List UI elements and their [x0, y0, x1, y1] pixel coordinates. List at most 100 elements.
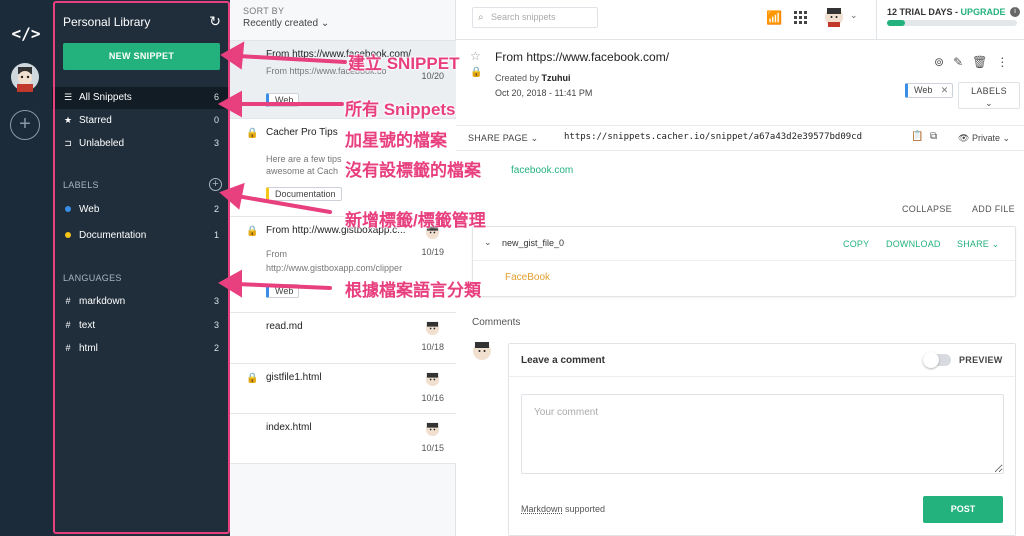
annotation-languages: 根據檔案語言分類 — [345, 281, 481, 300]
user-avatar-icon[interactable] — [824, 7, 844, 27]
label-dot-icon — [62, 204, 74, 214]
info-icon[interactable]: i — [1010, 7, 1020, 17]
search-icon: ⌕ — [478, 12, 484, 23]
chevron-down-icon: ⌄ — [985, 98, 993, 108]
snippet-actions: ⊚✎🗑⋮ — [934, 55, 1017, 69]
author-avatar-icon — [425, 372, 440, 387]
open-external-icon[interactable]: ⧉ — [930, 131, 937, 142]
comment-input[interactable] — [521, 394, 1004, 474]
sidebar-item-unlabeled[interactable]: ⊐ Unlabeled 3 — [52, 133, 230, 155]
item-date: 10/19 — [421, 247, 444, 257]
rss-icon[interactable]: 📶 — [766, 10, 782, 26]
labels-button[interactable]: LABELS ⌄ — [958, 82, 1020, 109]
item-desc: From — [266, 249, 287, 259]
sidebar-item-label-documentation[interactable]: Documentation 1 — [52, 225, 230, 247]
description-link[interactable]: facebook.com — [511, 165, 573, 176]
nav-count: 0 — [213, 115, 219, 125]
file-panel: ⌄ new_gist_file_0 COPY DOWNLOAD SHARE ⌄ … — [472, 226, 1016, 297]
label-dot-icon — [62, 230, 74, 240]
app-rail: </> + — [0, 0, 52, 536]
sidebar-item-lang-html[interactable]: # html 2 — [52, 338, 230, 360]
github-icon[interactable]: ⊚ — [934, 55, 953, 69]
list-item[interactable]: 🔒 gistfile1.html 10/16 — [230, 363, 456, 413]
list-item[interactable]: index.html 10/15 — [230, 413, 456, 464]
snippet-date: Oct 20, 2018 - 11:41 PM — [495, 88, 593, 98]
search-input[interactable]: ⌕ Search snippets — [472, 7, 598, 28]
snippet-list: SORT BY Recently created ⌄ From https://… — [230, 0, 456, 536]
lock-icon: 🔒 — [470, 67, 483, 78]
trial-panel[interactable]: 12 TRIAL DAYS - UPGRADE i — [876, 0, 1024, 40]
cacher-logo-icon[interactable]: </> — [10, 24, 42, 46]
toggle-knob — [923, 352, 939, 368]
preview-toggle[interactable] — [923, 352, 951, 368]
lock-icon: 🔒 — [246, 373, 259, 384]
refresh-icon[interactable]: ↻ — [209, 13, 221, 30]
labels-button-label: LABELS — [971, 86, 1007, 96]
nav-label: All Snippets — [79, 92, 132, 103]
lang-count: 2 — [213, 343, 219, 353]
privacy-label: Private — [971, 133, 1000, 143]
item-title: gistfile1.html — [266, 372, 322, 383]
share-page-dropdown[interactable]: SHARE PAGE ⌄ — [468, 133, 538, 144]
edit-icon[interactable]: ✎ — [953, 55, 972, 69]
share-bar: SHARE PAGE ⌄ https://snippets.cacher.io/… — [456, 125, 1024, 151]
share-url[interactable]: https://snippets.cacher.io/snippet/a67a4… — [564, 132, 862, 142]
nav-count: 6 — [213, 92, 219, 102]
clipboard-icon[interactable]: 📋 — [911, 131, 923, 142]
label-name: Documentation — [79, 230, 147, 241]
sidebar-item-lang-markdown[interactable]: # markdown 3 — [52, 291, 230, 313]
nav-count: 3 — [213, 138, 219, 148]
app: </> + Personal Library ↻ NEW SNIPPET ☰ A… — [0, 0, 1024, 536]
sidebar-item-label-web[interactable]: Web 2 — [52, 199, 230, 221]
new-snippet-button[interactable]: NEW SNIPPET — [63, 43, 220, 70]
chevron-down-icon: ⌄ — [1002, 133, 1011, 143]
close-icon[interactable]: ✕ — [941, 84, 949, 97]
sidebar-item-starred[interactable]: ★ Starred 0 — [52, 110, 230, 132]
post-button[interactable]: POST — [923, 496, 1003, 523]
nav-label: Starred — [79, 115, 112, 126]
snippet-title: From https://www.facebook.com/ — [495, 50, 670, 64]
more-icon[interactable]: ⋮ — [996, 55, 1017, 69]
eye-icon: 👁 — [958, 133, 970, 143]
lock-icon: 🔒 — [246, 226, 259, 237]
annotation-create-snippet: 建立 SNIPPET — [348, 54, 460, 73]
list-icon: ☰ — [63, 92, 73, 102]
file-name[interactable]: new_gist_file_0 — [502, 238, 564, 248]
upgrade-link[interactable]: UPGRADE — [961, 7, 1006, 17]
add-label-icon[interactable]: + — [209, 178, 222, 191]
chevron-down-icon: ⌄ — [320, 18, 330, 29]
sort-dropdown[interactable]: Recently created ⌄ — [243, 18, 329, 29]
author-avatar-icon — [425, 321, 440, 336]
share-file-button[interactable]: SHARE ⌄ — [957, 239, 999, 250]
tag-outline-icon: ⊐ — [64, 138, 72, 148]
star-icon[interactable]: ☆ — [470, 49, 481, 63]
share-file-label: SHARE — [957, 239, 990, 249]
privacy-dropdown[interactable]: 👁 Private ⌄ — [958, 133, 1010, 144]
lang-count: 3 — [213, 320, 219, 330]
hash-icon: # — [65, 343, 71, 353]
chevron-down-icon[interactable]: ⌄ — [484, 237, 492, 248]
languages-heading: LANGUAGES — [63, 273, 122, 283]
add-file-button[interactable]: ADD FILE — [972, 204, 1015, 214]
collapse-button[interactable]: COLLAPSE — [902, 204, 952, 214]
trash-icon[interactable]: 🗑 — [972, 55, 996, 69]
download-button[interactable]: DOWNLOAD — [886, 239, 941, 249]
trial-progress — [887, 20, 1017, 26]
copy-button[interactable]: COPY — [843, 239, 869, 249]
star-icon: ★ — [63, 115, 73, 125]
sidebar-item-lang-text[interactable]: # text 3 — [52, 315, 230, 337]
chevron-down-icon[interactable]: ⌄ — [850, 10, 858, 21]
apps-grid-icon[interactable] — [794, 11, 807, 24]
trial-progress-fill — [887, 20, 906, 26]
sort-value: Recently created — [243, 18, 319, 29]
author-name: Tzuhui — [541, 73, 571, 83]
list-item[interactable]: read.md 10/18 — [230, 312, 456, 363]
annotation-labels: 新增標籤/標籤管理 — [345, 211, 486, 230]
snippet-tag-label: Web — [914, 85, 933, 95]
team-avatar-icon[interactable] — [10, 62, 40, 92]
add-team-icon[interactable]: + — [10, 110, 40, 140]
sidebar-item-all-snippets[interactable]: ☰ All Snippets 6 — [52, 87, 230, 109]
search-placeholder: Search snippets — [491, 12, 556, 22]
item-title: read.md — [266, 321, 303, 332]
markdown-link[interactable]: Markdown — [521, 504, 563, 514]
